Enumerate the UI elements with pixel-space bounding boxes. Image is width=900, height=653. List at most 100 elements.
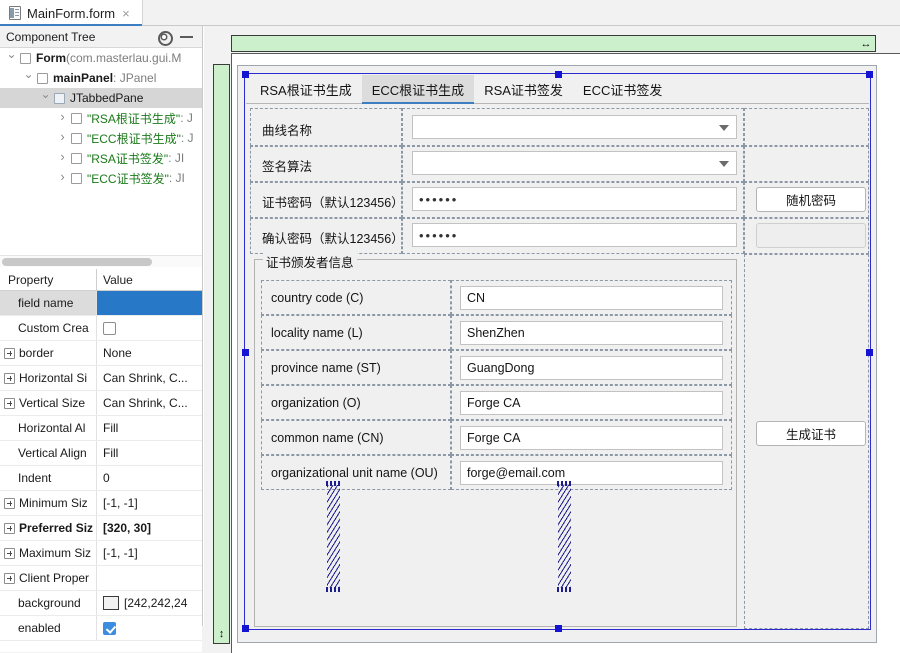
property-row-value[interactable] (97, 616, 202, 640)
property-inspector: Property Value field name Custom Crea bord… (0, 269, 202, 652)
color-swatch[interactable] (103, 596, 119, 610)
cert-password-label: 证书密码（默认123456） (262, 196, 404, 210)
property-row[interactable]: Client Proper (0, 566, 202, 591)
grid-cell-action-1 (744, 108, 869, 146)
curve-name-combo[interactable] (412, 115, 737, 139)
issuer-field-input[interactable]: CN (460, 286, 723, 310)
minimize-icon[interactable] (180, 35, 193, 38)
form-tab[interactable]: RSA根证书生成 (250, 75, 362, 103)
selection-handle-bottom-left[interactable] (242, 625, 249, 632)
close-icon[interactable]: × (121, 7, 131, 20)
property-value-checkbox[interactable] (103, 321, 116, 335)
expand-icon[interactable] (4, 397, 15, 409)
property-row-value[interactable]: 0 (97, 466, 202, 490)
property-row[interactable]: Vertical Size Can Shrink, C... (0, 391, 202, 416)
property-row[interactable]: enabled (0, 616, 202, 641)
property-row-value[interactable]: Fill (97, 441, 202, 465)
property-row-value[interactable] (97, 291, 202, 315)
component-tree[interactable]: Form (com.masterlau.gui.MmainPanel : JPa… (0, 48, 202, 255)
form-tab[interactable]: RSA证书签发 (474, 75, 573, 103)
form-tab[interactable]: ECC证书签发 (573, 75, 672, 103)
selection-handle-bottom-center[interactable] (555, 625, 562, 632)
issuer-field-input[interactable]: GuangDong (460, 356, 723, 380)
selection-handle-top-center[interactable] (555, 71, 562, 78)
chevron-down-icon[interactable] (40, 89, 51, 104)
property-row[interactable]: background [242,242,24 (0, 591, 202, 616)
sign-algorithm-combo[interactable] (412, 151, 737, 175)
main-panel[interactable]: RSA根证书生成 ECC根证书生成 RSA证书签发 ECC证书签发 曲线名称 签… (237, 65, 877, 643)
property-row[interactable]: field name (0, 291, 202, 316)
gear-icon[interactable] (157, 30, 173, 46)
property-row[interactable]: Indent 0 (0, 466, 202, 491)
tree-row-type: : J (180, 111, 193, 125)
expand-icon[interactable] (4, 522, 15, 534)
chevron-right-icon[interactable] (57, 171, 68, 184)
generate-certificate-button[interactable]: 生成证书 (756, 421, 866, 446)
random-password-button[interactable]: 随机密码 (756, 187, 866, 212)
selection-handle-mid-right[interactable] (866, 349, 873, 356)
property-row[interactable]: Preferred Siz [320, 30] (0, 516, 202, 541)
chevron-right-icon[interactable] (57, 151, 68, 164)
component-tree-hscrollbar[interactable] (0, 255, 202, 267)
property-row-value[interactable]: [-1, -1] (97, 541, 202, 565)
tree-row[interactable]: "ECC根证书生成" : J (0, 128, 202, 148)
expand-icon[interactable] (4, 497, 15, 509)
form-tab-strip[interactable]: RSA根证书生成 ECC根证书生成 RSA证书签发 ECC证书签发 (246, 75, 869, 104)
chevron-right-icon[interactable] (57, 131, 68, 144)
confirm-password-input[interactable]: •••••• (412, 223, 737, 247)
form-tab[interactable]: ECC根证书生成 (361, 75, 475, 104)
property-table-header: Property Value (0, 269, 202, 291)
tree-row[interactable]: "ECC证书签发" : JI (0, 168, 202, 188)
property-row-value[interactable]: [-1, -1] (97, 491, 202, 515)
design-canvas[interactable]: RSA根证书生成 ECC根证书生成 RSA证书签发 ECC证书签发 曲线名称 签… (231, 53, 900, 653)
scrollbar-thumb[interactable] (2, 258, 152, 266)
selection-handle-top-left[interactable] (242, 71, 249, 78)
property-row-value[interactable] (97, 316, 202, 340)
vertical-resize-icon[interactable]: ↕ (214, 626, 229, 642)
chevron-right-icon[interactable] (57, 111, 68, 124)
tree-row[interactable]: JTabbedPane (0, 88, 202, 108)
selection-handle-mid-left[interactable] (242, 349, 249, 356)
expand-icon[interactable] (4, 372, 15, 384)
property-row[interactable]: Custom Crea (0, 316, 202, 341)
property-row-value[interactable]: [320, 30] (97, 516, 202, 540)
tree-row[interactable]: "RSA证书签发" : JI (0, 148, 202, 168)
property-row-value[interactable]: Fill (97, 416, 202, 440)
property-row-value[interactable]: Can Shrink, C... (97, 366, 202, 390)
issuer-field-input[interactable]: forge@email.com (460, 461, 723, 485)
property-value-checkbox[interactable] (103, 621, 116, 635)
expand-icon[interactable] (4, 547, 15, 559)
issuer-field-input[interactable]: Forge CA (460, 391, 723, 415)
jtabbedpane[interactable]: RSA根证书生成 ECC根证书生成 RSA证书签发 ECC证书签发 曲线名称 签… (242, 71, 873, 632)
property-row[interactable]: border None (0, 341, 202, 366)
expand-icon[interactable] (4, 347, 15, 359)
chevron-down-icon[interactable] (23, 69, 34, 84)
property-row[interactable]: Maximum Siz [-1, -1] (0, 541, 202, 566)
tree-row[interactable]: "RSA根证书生成" : J (0, 108, 202, 128)
vertical-ruler[interactable]: ↕ (213, 64, 230, 644)
editor-tab-mainform[interactable]: MainForm.form × (0, 0, 143, 26)
property-name-text: Custom Crea (18, 321, 89, 335)
horizontal-resize-icon[interactable]: ↔ (858, 36, 874, 51)
placeholder-button[interactable] (756, 223, 866, 248)
expand-icon[interactable] (4, 572, 15, 584)
issuer-field-input[interactable]: Forge CA (460, 426, 723, 450)
selection-handle-top-right[interactable] (866, 71, 873, 78)
issuer-field-input[interactable]: ShenZhen (460, 321, 723, 345)
property-row[interactable]: Horizontal Si Can Shrink, C... (0, 366, 202, 391)
property-row-value[interactable] (97, 566, 202, 590)
property-row-value[interactable]: Can Shrink, C... (97, 391, 202, 415)
property-row[interactable]: Horizontal Al Fill (0, 416, 202, 441)
horizontal-ruler[interactable]: ↔ (231, 35, 876, 52)
tree-row[interactable]: Form (com.masterlau.gui.M (0, 48, 202, 68)
property-row-value[interactable]: [242,242,24 (97, 591, 202, 615)
property-row-value[interactable]: None (97, 341, 202, 365)
idea-gui-designer-window: MainForm.form × Component Tree Form (com… (0, 0, 900, 653)
chevron-down-icon[interactable] (6, 49, 17, 64)
property-row[interactable]: Vertical Align Fill (0, 441, 202, 466)
property-row[interactable]: Minimum Siz [-1, -1] (0, 491, 202, 516)
tree-row-label: "RSA证书签发" (87, 151, 169, 166)
component-icon (71, 132, 82, 144)
cert-password-input[interactable]: •••••• (412, 187, 737, 211)
tree-row[interactable]: mainPanel : JPanel (0, 68, 202, 88)
